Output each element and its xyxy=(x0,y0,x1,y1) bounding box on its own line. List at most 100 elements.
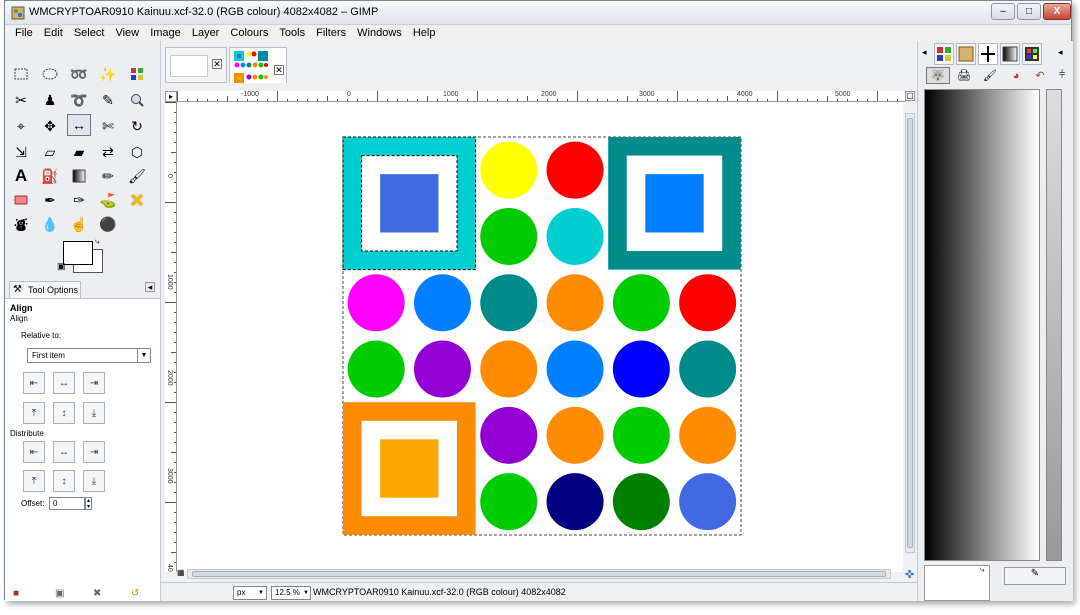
scale-icon[interactable]: ⇲ xyxy=(9,141,33,163)
fuzzy-select-icon[interactable]: ✨ xyxy=(96,63,120,85)
zoom-follow-icon[interactable]: ▢ xyxy=(905,91,915,101)
tab-history[interactable]: ↶ xyxy=(1028,67,1052,84)
configure-tab-icon[interactable]: ◂ xyxy=(145,282,155,292)
measure-icon[interactable]: ⌖ xyxy=(9,115,33,137)
circle[interactable] xyxy=(546,141,604,199)
menu-help[interactable]: Help xyxy=(409,25,440,41)
zoom-select[interactable]: 12.5 % ▼ xyxy=(271,586,311,600)
quick-mask-icon[interactable]: ▦ xyxy=(177,568,185,577)
circle[interactable] xyxy=(679,274,737,332)
image-tab-2[interactable]: ✕ xyxy=(229,47,287,83)
maximize-button[interactable]: □ xyxy=(1017,3,1041,20)
delete-options-icon[interactable]: ✖ xyxy=(93,588,101,599)
restore-options-icon[interactable]: ▣ xyxy=(55,588,64,599)
crop-icon[interactable]: ✄ xyxy=(96,115,120,137)
reset-options-icon[interactable]: ↺ xyxy=(131,588,139,599)
close-tab-icon[interactable]: ✕ xyxy=(212,59,222,69)
minimize-button[interactable]: – xyxy=(991,3,1015,20)
circle[interactable] xyxy=(347,340,405,398)
default-colors-icon[interactable]: ▣ xyxy=(57,261,66,272)
rect-select-icon[interactable] xyxy=(9,63,33,85)
menu-file[interactable]: File xyxy=(11,25,37,41)
foreground-color[interactable] xyxy=(63,241,93,265)
quick-mask-corner-icon[interactable]: ▸ xyxy=(165,91,177,102)
circle[interactable] xyxy=(546,406,604,464)
unit-select[interactable]: px ▼ xyxy=(233,586,267,600)
close-button[interactable]: X xyxy=(1043,3,1071,20)
square-inner[interactable] xyxy=(645,174,704,233)
pencil-icon[interactable]: ✏ xyxy=(96,165,120,187)
menu-filters[interactable]: Filters xyxy=(312,25,350,41)
image-canvas[interactable] xyxy=(177,102,903,572)
align-right-edge-button[interactable]: ⇥ xyxy=(83,372,105,394)
distribute-left-button[interactable]: ⇤ xyxy=(23,441,45,463)
tab-undo[interactable]: ◕ xyxy=(1004,67,1028,84)
circle[interactable] xyxy=(679,340,737,398)
align-center-h-button[interactable]: ↔ xyxy=(53,372,75,394)
tab-channels[interactable]: 🖨 xyxy=(952,67,976,84)
fg-bg-color-swatch[interactable]: ▣ ⤷ xyxy=(57,237,105,275)
circle[interactable] xyxy=(546,207,604,265)
select-by-color-icon[interactable] xyxy=(125,63,149,85)
offset-stepper[interactable]: ▴ ▾ xyxy=(85,497,92,510)
circle[interactable] xyxy=(413,274,471,332)
zoom-icon[interactable] xyxy=(125,89,149,111)
title-bar[interactable]: WMCRYPTOAR0910 Kainuu.xcf-32.0 (RGB colo… xyxy=(5,1,1071,25)
menu-select[interactable]: Select xyxy=(70,25,109,41)
circle[interactable] xyxy=(546,340,604,398)
move-icon[interactable]: ✥ xyxy=(38,115,62,137)
dock-menu-icon[interactable]: ◂ xyxy=(922,47,927,58)
flip-icon[interactable]: ⇄ xyxy=(96,141,120,163)
distribute-middle-button[interactable]: ↕ xyxy=(53,470,75,492)
image-tab-1[interactable]: ✕ xyxy=(165,47,227,83)
tab-fonts[interactable] xyxy=(1022,43,1042,65)
menu-edit[interactable]: Edit xyxy=(40,25,67,41)
circle[interactable] xyxy=(480,340,538,398)
clone-icon[interactable]: ⛳ xyxy=(96,189,120,211)
distribute-top-button[interactable]: ⤒ xyxy=(23,470,45,492)
horizontal-scrollbar[interactable] xyxy=(187,569,891,579)
vertical-ruler[interactable]: 0 1000 2000 3000 4000 xyxy=(165,102,177,572)
relative-to-select[interactable]: First item ▼ xyxy=(27,348,151,363)
dodge-burn-icon[interactable]: ⚫ xyxy=(96,213,120,235)
rotate-icon[interactable]: ↻ xyxy=(125,115,149,137)
tab-brushes[interactable] xyxy=(978,43,998,65)
align-bottom-button[interactable]: ⤓ xyxy=(83,402,105,424)
cage-transform-icon[interactable]: ⬡ xyxy=(125,141,149,163)
align-icon[interactable]: ↔ xyxy=(67,114,91,136)
tab-paths[interactable]: 🖌 xyxy=(978,67,1002,84)
paintbrush-icon[interactable]: 🖌 xyxy=(125,165,149,187)
ink-icon[interactable]: ✑ xyxy=(67,189,91,211)
align-top-edge-button[interactable]: ⤒ xyxy=(23,402,45,424)
distribute-right-button[interactable]: ⇥ xyxy=(83,441,105,463)
tab-menu-icon[interactable]: ◂ xyxy=(1058,47,1063,58)
square-inner[interactable] xyxy=(380,174,439,233)
vertical-scroll-thumb[interactable] xyxy=(907,118,913,548)
circle[interactable] xyxy=(480,207,538,265)
edit-brush-button[interactable]: ✎ xyxy=(1004,567,1066,585)
circle[interactable] xyxy=(612,406,670,464)
brush-link-icon[interactable]: ⤷ xyxy=(980,565,984,575)
chevron-down-icon[interactable]: ▼ xyxy=(303,587,309,599)
horizontal-scroll-thumb[interactable] xyxy=(192,571,886,577)
menu-view[interactable]: View xyxy=(111,25,143,41)
chevron-down-icon[interactable]: ▼ xyxy=(258,587,264,599)
circle[interactable] xyxy=(347,274,405,332)
blur-icon[interactable]: 💧 xyxy=(38,213,62,235)
square-inner[interactable] xyxy=(380,439,439,498)
gradient-list-scroll[interactable] xyxy=(1046,89,1062,561)
color-picker-icon[interactable]: ✎ xyxy=(96,89,120,111)
menu-tools[interactable]: Tools xyxy=(275,25,309,41)
tab-layers[interactable]: 🐺 xyxy=(926,67,950,84)
shear-icon[interactable]: ▱ xyxy=(38,141,62,163)
tab-tool-options[interactable]: ⚒ Tool Options xyxy=(9,281,81,299)
tab-palettes[interactable] xyxy=(934,43,954,65)
circle[interactable] xyxy=(546,473,604,531)
circle[interactable] xyxy=(546,274,604,332)
tab-gradients[interactable] xyxy=(1000,43,1020,65)
tab-patterns[interactable] xyxy=(956,43,976,65)
text-tool-icon[interactable]: A xyxy=(9,165,33,187)
menu-image[interactable]: Image xyxy=(146,25,185,41)
artwork[interactable] xyxy=(177,102,903,572)
horizontal-ruler[interactable]: -1000 0 1000 2000 3000 4000 5000 xyxy=(177,91,905,102)
